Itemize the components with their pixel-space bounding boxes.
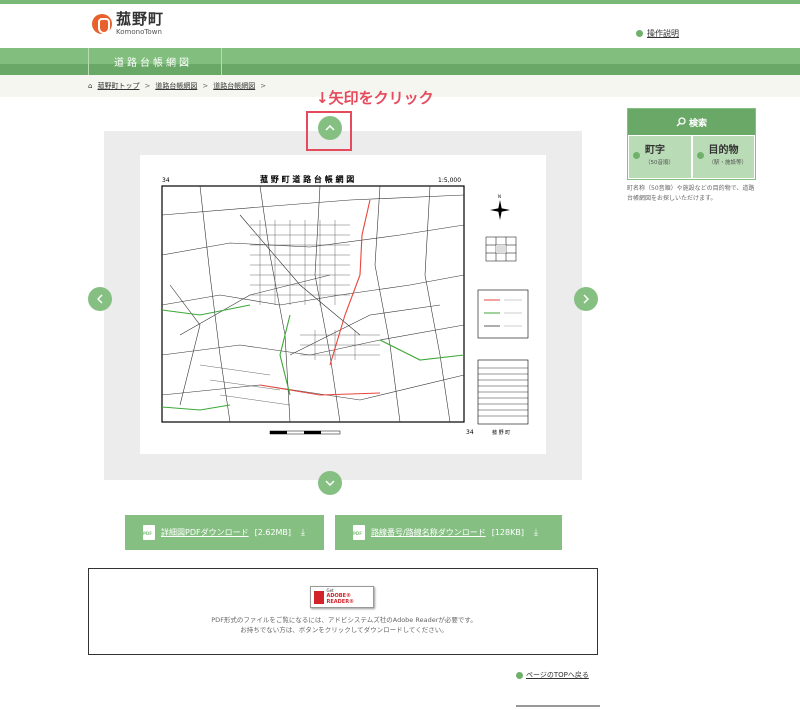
- download-icon: ⤓: [533, 527, 538, 538]
- adobe-badge-text: Get ADOBE® READER®: [326, 587, 374, 606]
- breadcrumb-item-road-map[interactable]: 道路台帳網図: [155, 81, 197, 91]
- chevron-down-icon: [325, 480, 335, 486]
- search-button-label: 町字: [645, 145, 665, 156]
- top-accent-line: [0, 0, 800, 4]
- help-link[interactable]: 操作説明: [636, 28, 679, 39]
- search-button-label: 目的物: [708, 145, 739, 156]
- adobe-logo-icon: [314, 590, 324, 604]
- download-label: 詳細図PDFダウンロード: [161, 528, 249, 537]
- breadcrumb-item-top[interactable]: 菰野町トップ: [97, 81, 139, 91]
- bullet-icon: [636, 30, 643, 37]
- download-detail-pdf-button[interactable]: 詳細図PDFダウンロード [2.62MB] ⤓: [125, 515, 324, 550]
- search-panel: 検索 町字 （50音順） 目的物 （駅・施設等）: [627, 108, 756, 180]
- breadcrumb-separator: >: [144, 82, 151, 90]
- search-header: 検索: [628, 109, 755, 135]
- nav-right-button[interactable]: [574, 287, 598, 311]
- nav-left-button[interactable]: [88, 287, 112, 311]
- search-button-sub: （駅・施設等）: [708, 160, 748, 166]
- search-by-landmark-button[interactable]: 目的物 （駅・施設等）: [692, 136, 754, 178]
- adobe-notice-line-2: お持ちでない方は、ボタンをクリックしてダウンロードしてください。: [240, 626, 448, 635]
- map-bottom-label: 菰 野 町: [492, 429, 510, 436]
- search-note: 町名称（50音順）や施設などの目的物で、道路台帳網図をお探しいただけます。: [627, 185, 755, 203]
- chevron-left-icon: [97, 294, 103, 304]
- road-network-map: 34 菰 野 町 道 路 台 帳 網 図 1:5,000 N 34 菰 野 町: [161, 174, 529, 436]
- bullet-icon: [516, 671, 523, 679]
- pdf-file-icon: [143, 525, 155, 540]
- search-button-sub: （50音順）: [645, 160, 674, 166]
- get-adobe-reader-button[interactable]: Get ADOBE® READER®: [310, 586, 374, 608]
- bullet-icon: [633, 152, 640, 159]
- map-scale: 1:5,000: [438, 177, 461, 184]
- sheet-number-top: 34: [162, 177, 170, 184]
- svg-text:N: N: [498, 194, 501, 199]
- map-title: 菰 野 町 道 路 台 帳 網 図: [260, 174, 354, 184]
- search-by-town-button[interactable]: 町字 （50音順）: [629, 136, 691, 178]
- sheet-number-bottom: 34: [466, 429, 474, 436]
- bullet-icon: [696, 152, 704, 159]
- magnifier-icon: [676, 117, 686, 127]
- logo-english: KomonoTown: [116, 28, 162, 36]
- sheet-index-grid: [485, 236, 517, 262]
- download-route-list-button[interactable]: 路線番号/路線名称ダウンロード [128KB] ⤓: [335, 515, 562, 550]
- nav-up-highlight: [306, 111, 352, 151]
- page-top-link[interactable]: ページのTOPへ戻る: [516, 670, 589, 680]
- logo-text: 菰野町 KomonoTown: [116, 12, 164, 36]
- footer-divider: [516, 705, 600, 707]
- nav-down-button[interactable]: [318, 471, 342, 495]
- download-size: [128KB]: [491, 528, 524, 537]
- download-size: [2.62MB]: [254, 528, 292, 537]
- adobe-notice-line-1: PDF形式のファイルをご覧になるには、アドビシステムズ社のAdobe Reade…: [211, 616, 477, 624]
- breadcrumb-separator: >: [202, 82, 209, 90]
- home-icon: ⌂: [88, 82, 93, 90]
- breadcrumb-item-current[interactable]: 道路台帳網図: [213, 81, 255, 91]
- adobe-reader-notice: Get ADOBE® READER® PDF形式のファイルをご覧になるには、アド…: [88, 568, 598, 655]
- download-label: 路線番号/路線名称ダウンロード: [371, 528, 486, 537]
- map-frame: [161, 185, 465, 423]
- revision-table: [477, 359, 529, 425]
- search-buttons: 町字 （50音順） 目的物 （駅・施設等）: [628, 135, 755, 179]
- scale-bar: [269, 430, 341, 435]
- download-icon: ⤓: [301, 527, 306, 538]
- town-logo[interactable]: 菰野町 KomonoTown: [92, 12, 164, 36]
- town-emblem-icon: [92, 14, 112, 34]
- map-legend: [477, 289, 529, 339]
- pdf-file-icon: [353, 525, 365, 540]
- north-arrow-icon: N: [490, 194, 510, 220]
- page-top-label: ページのTOPへ戻る: [526, 671, 589, 679]
- chevron-right-icon: [583, 294, 589, 304]
- help-link-label: 操作説明: [647, 29, 679, 38]
- logo-japanese: 菰野町: [116, 10, 165, 28]
- adobe-badge-small: Get: [326, 587, 334, 593]
- search-title: 検索: [688, 118, 707, 129]
- breadcrumb-separator: >: [260, 82, 267, 90]
- instruction-annotation: ↓矢印をクリック: [316, 89, 434, 107]
- section-title: 道路台帳網図: [88, 48, 222, 75]
- adobe-badge-brand: ADOBE® READER®: [326, 593, 355, 606]
- adobe-notice-text: PDF形式のファイルをご覧になるには、アドビシステムズ社のAdobe Reade…: [89, 615, 599, 636]
